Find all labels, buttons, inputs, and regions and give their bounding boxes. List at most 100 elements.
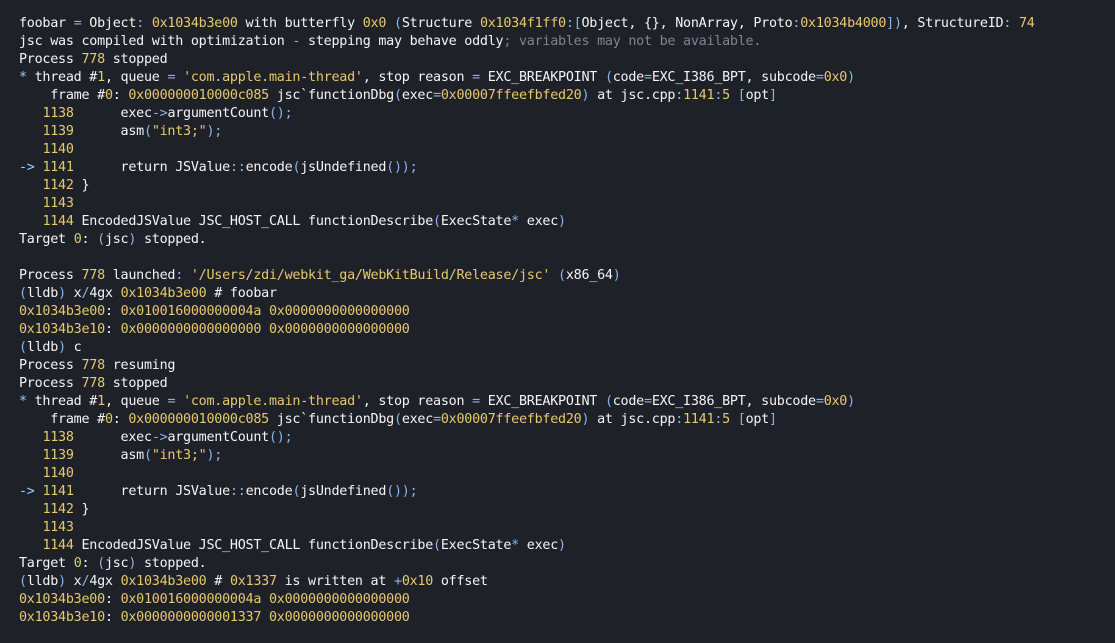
terminal-line: 0x1034b3e00: 0x010016000000004a 0x000000… <box>19 591 410 609</box>
terminal-token: * <box>19 70 27 85</box>
terminal-token: 0x000000010000c085 <box>128 412 269 427</box>
terminal-token: 0x1034b3e10 <box>19 322 105 337</box>
terminal-token: ] <box>769 88 777 103</box>
terminal-token: ( <box>97 232 105 247</box>
terminal-token: 0x00007ffeefbfed20 <box>440 88 582 103</box>
terminal-token: 0x0000000000000000 <box>269 304 410 319</box>
terminal-line: 1144 EncodedJSValue JSC_HOST_CALL functi… <box>19 213 566 231</box>
terminal-line: 1143 <box>19 519 74 537</box>
terminal-token: ]) <box>886 16 902 31</box>
terminal-token: code <box>612 70 645 85</box>
terminal-token: exec <box>401 412 434 427</box>
terminal-token: 778 <box>81 268 106 283</box>
terminal-line: Target 0: (jsc) stopped. <box>19 555 207 573</box>
terminal-line: (lldb) x/4gx 0x1034b3e00 # 0x1337 is wri… <box>19 573 488 591</box>
terminal-token: :: <box>229 484 246 499</box>
terminal-token: jsc <box>104 556 129 571</box>
terminal-token: 0x010016000000004a <box>120 592 262 607</box>
terminal-token: ExecState <box>440 214 512 229</box>
terminal-token: , queue <box>104 394 168 409</box>
terminal-token: frame # <box>19 88 105 103</box>
terminal-token: ()); <box>386 160 418 175</box>
terminal-token: c <box>65 340 82 355</box>
terminal-token: 778 <box>81 376 106 391</box>
terminal-token: Process <box>19 358 82 373</box>
terminal-token: argumentCount <box>167 106 269 121</box>
terminal-token: -> <box>151 106 168 121</box>
terminal-token: resuming <box>104 358 176 373</box>
terminal-line: 1138 exec->argumentCount(); <box>19 105 292 123</box>
terminal-token: 1141 <box>683 88 715 103</box>
terminal-token: 5 <box>722 88 730 103</box>
terminal-line: 1143 <box>19 195 74 213</box>
terminal-token: EXC_BREAKPOINT <box>479 70 605 85</box>
terminal-token: is written at <box>276 574 394 589</box>
terminal-token: 0x1034b3e00 <box>120 574 207 589</box>
terminal-token: ( <box>394 16 402 31</box>
terminal-token: stopped <box>104 376 168 391</box>
terminal-token: 0 <box>104 412 113 427</box>
terminal-token: Target <box>19 232 74 247</box>
terminal-token: 0x0000000000000000 <box>269 322 410 337</box>
terminal-line: Process 778 stopped <box>19 51 168 69</box>
terminal-token: 0x1034f1ff0 <box>479 16 566 31</box>
terminal-token: 0x010016000000004a <box>120 304 262 319</box>
terminal-line: Target 0: (jsc) stopped. <box>19 231 207 249</box>
terminal-line: Process 778 launched: '/Users/zdi/webkit… <box>19 267 621 285</box>
terminal-token: 4gx <box>89 286 121 301</box>
terminal-token: x <box>65 574 82 589</box>
terminal-line: 0x1034b3e10: 0x0000000000001337 0x000000… <box>19 609 410 627</box>
terminal-token: EXC_I386_BPT, subcode <box>651 394 816 409</box>
terminal-token: 0x0 <box>823 70 848 85</box>
terminal-token: 1143 <box>42 196 74 211</box>
terminal-line: (lldb) c <box>19 339 82 357</box>
terminal-line: * thread #1, queue = 'com.apple.main-thr… <box>19 69 855 87</box>
terminal-token: : <box>112 88 129 103</box>
terminal-token: 0x1034b3e00 <box>19 304 105 319</box>
terminal-token: 0x1337 <box>229 574 277 589</box>
terminal-token: : <box>675 88 684 103</box>
terminal-token: 0 <box>104 88 113 103</box>
terminal-token: Structure <box>401 16 480 31</box>
terminal-output[interactable]: foobar = Object: 0x1034b3e00 with butter… <box>0 0 1115 643</box>
terminal-token: 1 <box>97 394 105 409</box>
terminal-token: thread # <box>26 70 98 85</box>
terminal-token: : <box>136 16 144 31</box>
terminal-token: Object <box>81 16 137 31</box>
terminal-token: , stop reason <box>362 394 473 409</box>
terminal-token: argumentCount <box>167 430 269 445</box>
terminal-token: ) <box>58 574 66 589</box>
terminal-token: at jsc.cpp <box>589 88 676 103</box>
terminal-token: 0x0000000000000000 <box>269 610 410 625</box>
terminal-token: * <box>19 394 27 409</box>
terminal-token: asm <box>73 448 145 463</box>
terminal-token: 1141 <box>42 484 74 499</box>
terminal-token: ( <box>19 286 27 301</box>
terminal-token: Object, {}, NonArray, Proto <box>581 16 793 31</box>
terminal-token: EXC_BREAKPOINT <box>479 394 605 409</box>
terminal-line: 1142 } <box>19 501 89 519</box>
terminal-token: ( <box>19 340 27 355</box>
terminal-token: Process <box>19 268 82 283</box>
terminal-token: EncodedJSValue JSC_HOST_CALL functionDes… <box>73 214 434 229</box>
terminal-token: ) <box>847 394 855 409</box>
terminal-token: 0 <box>73 232 82 247</box>
terminal-line: 1138 exec->argumentCount(); <box>19 429 292 447</box>
terminal-token: 778 <box>81 358 106 373</box>
terminal-line: 1144 EncodedJSValue JSC_HOST_CALL functi… <box>19 537 566 555</box>
terminal-token: 5 <box>722 412 730 427</box>
terminal-token: [ <box>573 16 582 31</box>
terminal-token: : <box>104 592 121 607</box>
terminal-token: 1143 <box>42 520 74 535</box>
terminal-token: ( <box>433 538 441 553</box>
terminal-token: thread # <box>26 394 98 409</box>
terminal-token: Process <box>19 376 82 391</box>
terminal-line: Process 778 resuming <box>19 357 176 375</box>
terminal-token: foobar <box>19 16 74 31</box>
